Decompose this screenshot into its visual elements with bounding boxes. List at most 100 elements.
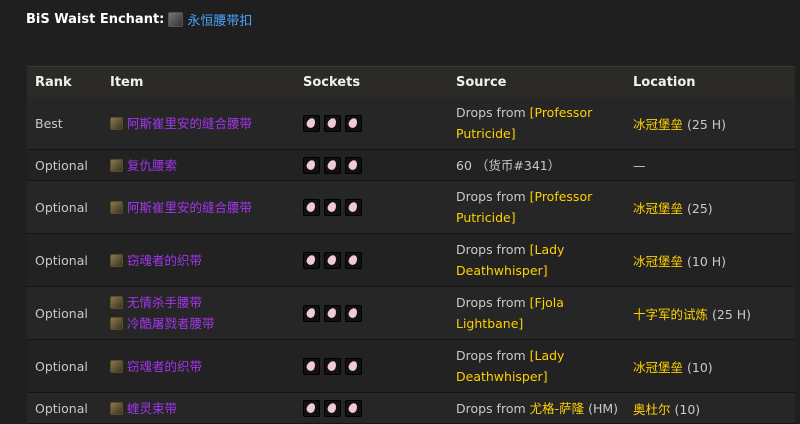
location-link[interactable]: 冰冠堡垒 [633, 117, 683, 132]
sockets-cell [303, 251, 456, 269]
item-link[interactable]: 蝰灵束带 [110, 398, 303, 419]
socket-icon[interactable] [324, 304, 341, 322]
item-link[interactable]: 阿斯崔里安的缝合腰带 [110, 113, 303, 134]
header-sockets[interactable]: Sockets [303, 75, 456, 90]
source-link[interactable]: [Fjola [530, 295, 564, 310]
enchant-link[interactable]: 永恒腰带扣 [187, 10, 252, 29]
location-suffix: (25 H) [683, 116, 727, 132]
bis-table: Rank Item Sockets Source Location Best 阿斯… [27, 66, 795, 424]
sockets-cell [303, 156, 456, 174]
source-prefix: Drops from [456, 189, 530, 204]
socket-icon[interactable] [345, 156, 362, 174]
item-icon [110, 116, 123, 130]
socket-icon[interactable] [303, 156, 320, 174]
item-link[interactable]: 冷酷屠戮者腰带 [110, 313, 303, 334]
table-row: Optional 窃魂者的织带 Drops from [Lady Deathwhisp… [27, 234, 795, 287]
source-cell: Drops from [Lady Deathwhisper] [456, 345, 633, 387]
socket-icon[interactable] [345, 114, 362, 132]
item-icon [110, 359, 123, 373]
item-name[interactable]: 窃魂者的织带 [127, 250, 202, 271]
socket-icon[interactable] [345, 198, 362, 216]
item-name[interactable]: 阿斯崔里安的缝合腰带 [127, 197, 252, 218]
location-link[interactable]: 冰冠堡垒 [633, 254, 683, 269]
source-link-line2[interactable]: Deathwhisper] [456, 263, 548, 278]
location-link[interactable]: 十字军的试炼 [633, 307, 708, 322]
source-prefix: Drops from [456, 295, 530, 310]
source-link-line2[interactable]: Putricide] [456, 126, 516, 141]
source-link[interactable]: 尤格-萨隆 [530, 401, 585, 416]
source-link-line2[interactable]: Deathwhisper] [456, 369, 548, 384]
item-link[interactable]: 窃魂者的织带 [110, 250, 303, 271]
socket-icon[interactable] [345, 251, 362, 269]
location-cell: 奥杜尔 (10) [633, 399, 795, 418]
source-cell: 60 （货币#341） [456, 155, 633, 176]
location-cell: 十字军的试炼 (25 H) [633, 304, 795, 323]
socket-icon[interactable] [324, 399, 341, 417]
item-icon [110, 253, 123, 267]
socket-icon[interactable] [324, 357, 341, 375]
item-cell: 窃魂者的织带 [110, 250, 303, 271]
location-link[interactable]: 冰冠堡垒 [633, 201, 683, 216]
source-cell: Drops from [Professor Putricide] [456, 186, 633, 228]
item-name[interactable]: 冷酷屠戮者腰带 [127, 313, 215, 334]
header-rank[interactable]: Rank [27, 75, 110, 90]
item-link[interactable]: 窃魂者的织带 [110, 356, 303, 377]
item-link[interactable]: 阿斯崔里安的缝合腰带 [110, 197, 303, 218]
source-link[interactable]: [Lady [530, 348, 565, 363]
item-name[interactable]: 窃魂者的织带 [127, 356, 202, 377]
item-cell: 无情杀手腰带 冷酷屠戮者腰带 [110, 292, 303, 334]
socket-icon[interactable] [324, 114, 341, 132]
item-link[interactable]: 复仇腰索 [110, 155, 303, 176]
socket-icon[interactable] [345, 399, 362, 417]
socket-icon[interactable] [303, 357, 320, 375]
table-row: Optional 窃魂者的织带 Drops from [Lady Deathwhisp… [27, 340, 795, 393]
socket-icon[interactable] [303, 304, 320, 322]
source-link[interactable]: [Professor [530, 189, 593, 204]
item-icon [110, 296, 123, 309]
socket-icon[interactable] [324, 156, 341, 174]
source-cell: Drops from [Professor Putricide] [456, 102, 633, 144]
location-link[interactable]: 奥杜尔 [633, 402, 671, 417]
source-link[interactable]: [Professor [530, 105, 593, 120]
source-prefix: Drops from [456, 105, 530, 120]
source-link-line2[interactable]: Lightbane] [456, 316, 523, 331]
source-cell: Drops from 尤格-萨隆 (HM) [456, 398, 633, 419]
socket-icon[interactable] [303, 114, 320, 132]
location-suffix: (10) [670, 401, 701, 417]
source-prefix: 60 [456, 157, 476, 173]
rank-cell: Optional [35, 400, 88, 416]
item-name[interactable]: 阿斯崔里安的缝合腰带 [127, 113, 252, 134]
item-link[interactable]: 无情杀手腰带 [110, 292, 303, 313]
table-body: Best 阿斯崔里安的缝合腰带 Drops from [Professor Putri… [27, 97, 795, 424]
location-suffix: (25) [683, 200, 713, 216]
socket-icon[interactable] [303, 399, 320, 417]
source-link[interactable]: [Lady [530, 242, 565, 257]
source-link-line2[interactable]: Putricide] [456, 210, 516, 225]
sockets-cell [303, 357, 456, 375]
rank-cell: Optional [35, 252, 88, 268]
item-icon [110, 158, 123, 172]
item-name[interactable]: 蝰灵束带 [127, 398, 177, 419]
socket-icon[interactable] [324, 198, 341, 216]
header-source[interactable]: Source [456, 72, 633, 93]
header-location[interactable]: Location [633, 75, 795, 90]
header-item[interactable]: Item [110, 75, 303, 90]
table-row: Optional 阿斯崔里安的缝合腰带 Drops from [Professor P… [27, 181, 795, 234]
sockets-cell [303, 399, 456, 417]
location-link[interactable]: 冰冠堡垒 [633, 360, 683, 375]
source-link[interactable]: （货币#341） [476, 158, 560, 173]
item-name[interactable]: 复仇腰索 [127, 155, 177, 176]
rank-cell: Optional [35, 199, 88, 215]
item-cell: 窃魂者的织带 [110, 356, 303, 377]
socket-icon[interactable] [303, 251, 320, 269]
location-suffix: (25 H) [708, 306, 752, 322]
item-cell: 蝰灵束带 [110, 398, 303, 419]
table-header: Rank Item Sockets Source Location [27, 66, 795, 97]
socket-icon[interactable] [324, 251, 341, 269]
socket-icon[interactable] [345, 304, 362, 322]
source-prefix: Drops from [456, 242, 530, 257]
socket-icon[interactable] [303, 198, 320, 216]
socket-icon[interactable] [345, 357, 362, 375]
location-suffix: (10 H) [683, 253, 727, 269]
item-name[interactable]: 无情杀手腰带 [127, 292, 202, 313]
